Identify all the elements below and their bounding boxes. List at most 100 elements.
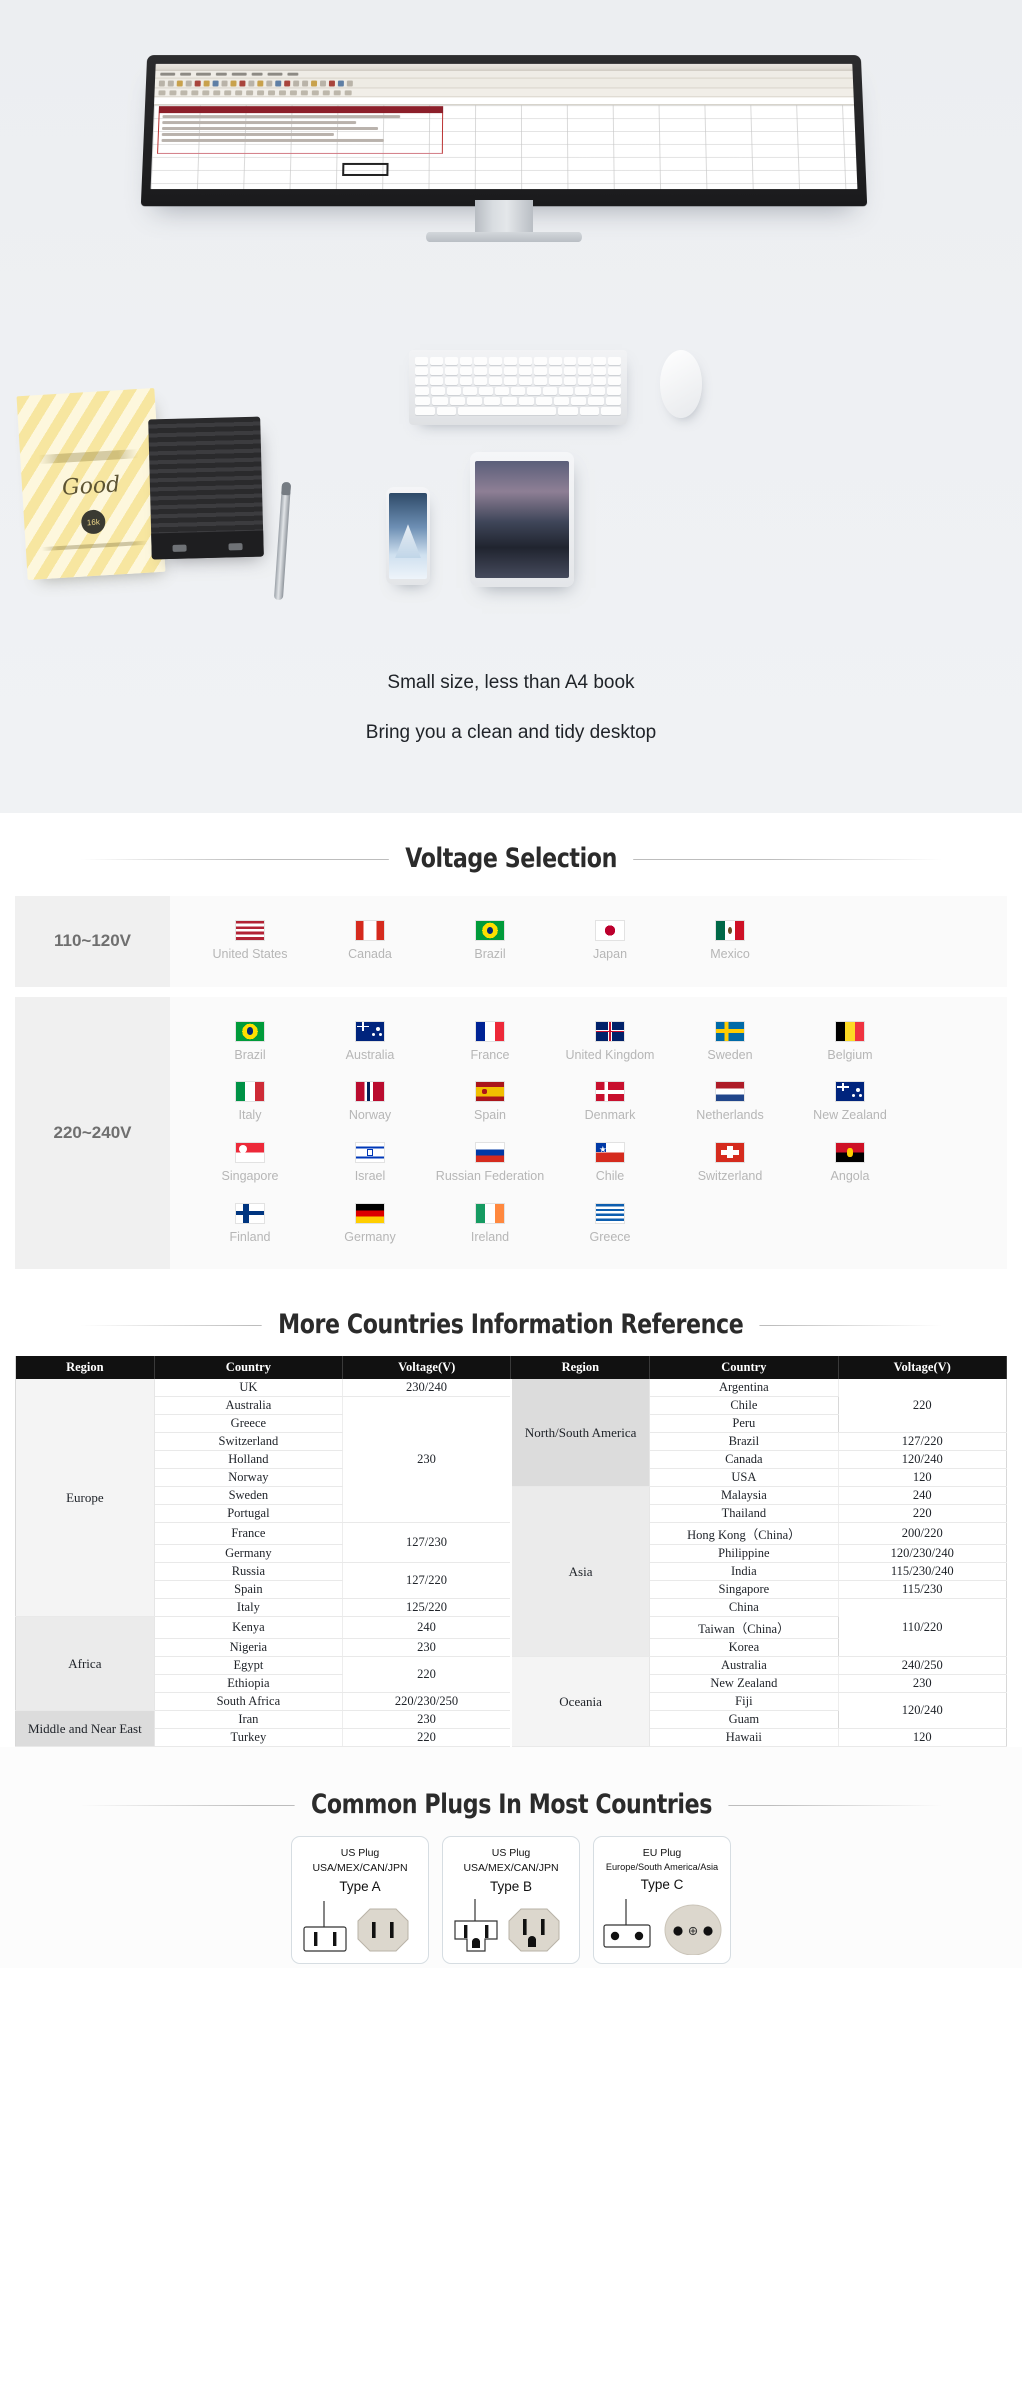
mini-pc-illustration [148, 416, 264, 560]
country-item-sg[interactable]: Singapore [190, 1134, 310, 1195]
table-cell-country: UK [154, 1379, 344, 1398]
ru-flag-icon [475, 1141, 505, 1163]
country-item-it[interactable]: Italy [190, 1073, 310, 1134]
table-cell-country: Turkey [154, 1728, 344, 1748]
us-flag-icon [235, 920, 265, 941]
country-item-ch[interactable]: Switzerland [670, 1134, 790, 1195]
table-cell-region: Asia [510, 1486, 651, 1658]
country-item-ru[interactable]: Russian Federation [430, 1134, 550, 1195]
table-cell-country: Greece [154, 1414, 344, 1434]
table-column-header: Voltage(V) [838, 1356, 1007, 1380]
country-name: Israel [354, 1168, 386, 1183]
spreadsheet-formula-bar [154, 97, 854, 106]
table-cell-region: Europe [15, 1379, 155, 1618]
country-item-fr[interactable]: France [430, 1013, 550, 1074]
plug-card-line2: Europe/South America/Asia [605, 1862, 719, 1873]
keyboard-row [415, 387, 621, 395]
mini-pc-feet [151, 543, 263, 553]
voltage-group-label: 110~120V [15, 896, 170, 987]
table-cell-country: Australia [649, 1656, 839, 1676]
mouse-illustration [660, 350, 702, 418]
plug-card-art [443, 1899, 579, 1955]
table-cell-country: Nigeria [154, 1638, 344, 1658]
country-item-fi[interactable]: Finland [190, 1195, 310, 1256]
country-item-se[interactable]: Sweden [670, 1013, 790, 1074]
table-cell-country: Ethiopia [154, 1674, 344, 1694]
section-title: Common Plugs In Most Countries [294, 1789, 728, 1821]
ao-flag-icon [835, 1141, 865, 1163]
country-name: Ireland [470, 1229, 510, 1244]
notebook-illustration: Good 16k [16, 387, 166, 581]
country-flag-row: United States Canada Brazil Japan Mexico [190, 912, 997, 973]
country-name: Spain [474, 1108, 506, 1123]
country-item-mx[interactable]: Mexico [670, 912, 790, 973]
table-cell-voltage: 127/220 [342, 1562, 512, 1600]
table-cell-country: Switzerland [154, 1432, 344, 1452]
country-item-ca[interactable]: Canada [310, 912, 430, 973]
cl-flag-icon [595, 1141, 625, 1163]
country-name: United States [212, 947, 288, 961]
table-cell-voltage: 230/240 [342, 1379, 512, 1398]
table-cell-country: Canada [649, 1450, 839, 1470]
country-item-cl[interactable]: Chile [550, 1134, 670, 1195]
nz-flag-icon [835, 1081, 865, 1103]
reference-heading: More Countries Information Reference [0, 1309, 1022, 1341]
table-cell-country: Fiji [649, 1692, 839, 1712]
table-cell-country: Spain [154, 1580, 344, 1600]
br-flag-icon [235, 1020, 265, 1042]
country-item-nz[interactable]: New Zealand [790, 1073, 910, 1134]
keyboard-illustration [409, 350, 627, 425]
jp-flag-icon [595, 920, 625, 941]
table-cell-country: Chile [649, 1396, 839, 1416]
plug-card-type-b[interactable]: US Plug USA/MEX/CAN/JPN Type B [442, 1836, 580, 1965]
table-cell-region: Africa [15, 1616, 155, 1712]
country-item-br[interactable]: Brazil [190, 1013, 310, 1074]
spreadsheet-rows [157, 113, 444, 154]
plug-card-type-c[interactable]: EU Plug Europe/South America/Asia Type C [593, 1836, 731, 1965]
country-name: Netherlands [696, 1108, 764, 1123]
monitor-bezel [140, 55, 868, 207]
table-row: Egypt 220 Oceania Australia 240/250 [16, 1656, 1007, 1748]
country-name: Canada [348, 947, 392, 961]
notebook-title: Good [61, 472, 121, 501]
table-cell-voltage: 220 [838, 1379, 1007, 1434]
hero-caption-primary: Small size, less than A4 book [387, 672, 635, 693]
country-item-il[interactable]: Israel [310, 1134, 430, 1195]
mx-flag-icon [715, 920, 745, 941]
country-item-ie[interactable]: Ireland [430, 1195, 550, 1256]
country-item-de[interactable]: Germany [310, 1195, 430, 1256]
il-flag-icon [355, 1141, 385, 1163]
voltage-group-220240V: 220~240V Brazil Australia France United King… [15, 996, 1007, 1270]
plug-card-text: US Plug USA/MEX/CAN/JPN Type B [443, 1846, 579, 1896]
table-cell-voltage: 115/230 [838, 1580, 1007, 1600]
table-cell-country: Hawaii [649, 1728, 839, 1748]
country-name: Mexico [710, 947, 750, 961]
country-item-nl[interactable]: Netherlands [670, 1073, 790, 1134]
country-item-be[interactable]: Belgium [790, 1013, 910, 1074]
country-flag-row: Singapore Israel Russian Federation Chile Sw… [190, 1134, 997, 1195]
country-item-gr[interactable]: Greece [550, 1195, 670, 1256]
voltage-selection-heading: Voltage Selection [0, 843, 1022, 874]
country-item-no[interactable]: Norway [310, 1073, 430, 1134]
country-name: Australia [345, 1047, 395, 1062]
country-item-br[interactable]: Brazil [430, 912, 550, 973]
country-item-us[interactable]: United States [190, 912, 310, 973]
country-item-ao[interactable]: Angola [790, 1134, 910, 1195]
plug-card-line2: USA/MEX/CAN/JPN [312, 1862, 408, 1875]
gb-flag-icon [595, 1020, 625, 1042]
country-item-es[interactable]: Spain [430, 1073, 550, 1134]
country-item-dk[interactable]: Denmark [550, 1073, 670, 1134]
plug-card-type-a[interactable]: US Plug USA/MEX/CAN/JPN Type A [291, 1836, 429, 1965]
table-cell-voltage: 220 [342, 1728, 512, 1748]
spreadsheet-menubar [155, 70, 853, 79]
country-item-jp[interactable]: Japan [550, 912, 670, 973]
table-cell-country: Singapore [649, 1580, 839, 1600]
table-cell-voltage: 220 [342, 1656, 512, 1694]
spreadsheet-data-block [157, 106, 444, 154]
country-item-gb[interactable]: United Kingdom [550, 1013, 670, 1074]
table-cell-country: Peru [649, 1414, 839, 1434]
country-name: Brazil [234, 1047, 266, 1062]
table-cell-country: Germany [154, 1544, 344, 1564]
country-item-au[interactable]: Australia [310, 1013, 430, 1074]
plug-card-type: Type B [489, 1878, 533, 1894]
